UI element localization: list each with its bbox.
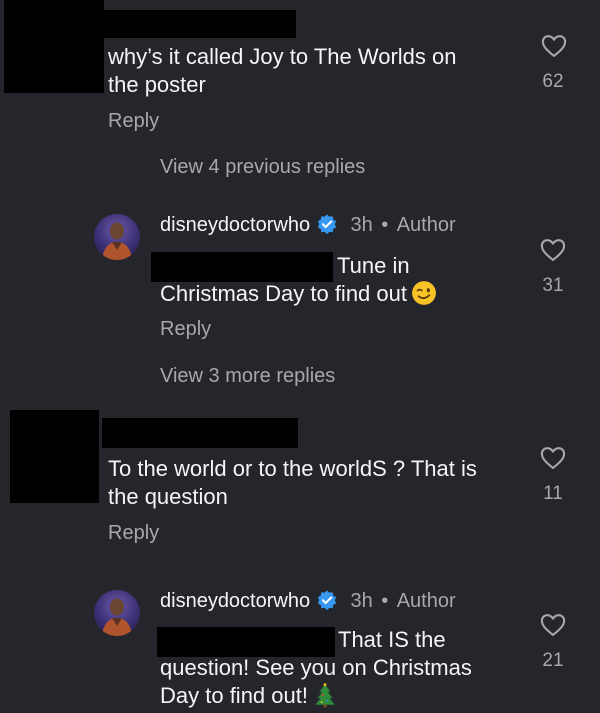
comment-text: Christmas Day to find out	[160, 281, 407, 306]
username[interactable]: disneydoctorwho	[160, 590, 310, 612]
timestamp: 3h	[350, 590, 373, 612]
comment-header: disneydoctorwho 3h • Author	[160, 213, 456, 237]
heart-icon[interactable]	[538, 236, 568, 264]
comment-text-line: question! See you on Christmas	[160, 655, 472, 680]
heart-icon[interactable]	[538, 611, 568, 639]
redacted-username	[104, 10, 296, 38]
timestamp: 3h	[350, 214, 373, 236]
christmas-tree-emoji-icon	[315, 683, 335, 708]
comment-text-line: That IS the	[338, 627, 446, 652]
comment-text-line: Day to find out!	[160, 682, 338, 710]
comment-text-line: why’s it called Joy to The Worlds on	[108, 44, 457, 69]
view-replies-link[interactable]: View 4 previous replies	[160, 156, 365, 179]
reply-button[interactable]: Reply	[108, 110, 159, 133]
redacted-mention	[151, 252, 333, 282]
comment-text-line: Tune in	[337, 253, 410, 278]
avatar[interactable]	[94, 214, 140, 260]
avatar-person-icon	[102, 222, 132, 260]
redacted-username	[102, 418, 298, 448]
verified-badge-icon	[317, 214, 337, 235]
author-label: Author	[396, 590, 456, 612]
comment-text-line: Christmas Day to find out	[160, 280, 437, 308]
like-count: 31	[542, 275, 564, 296]
redacted-mention	[157, 627, 335, 657]
heart-icon[interactable]	[539, 32, 569, 60]
reply-button[interactable]: Reply	[108, 522, 159, 545]
like-count: 11	[543, 483, 563, 504]
redacted-avatar	[4, 0, 104, 93]
username[interactable]: disneydoctorwho	[160, 214, 310, 236]
winking-face-emoji-icon	[412, 281, 436, 305]
verified-badge-icon	[317, 590, 337, 611]
view-replies-link[interactable]: View 3 more replies	[160, 365, 335, 388]
redacted-avatar	[10, 410, 99, 503]
comment-text-line: the poster	[108, 72, 206, 97]
comment-text-line: To the world or to the worldS ? That is	[108, 456, 477, 481]
avatar[interactable]	[94, 590, 140, 636]
reply-button[interactable]: Reply	[160, 318, 211, 341]
separator-dot: •	[381, 214, 389, 236]
comment-text: Day to find out!	[160, 683, 308, 708]
author-label: Author	[396, 214, 456, 236]
avatar-person-icon	[102, 598, 132, 636]
comment-text-line: the question	[108, 484, 228, 509]
heart-icon[interactable]	[538, 444, 568, 472]
separator-dot: •	[381, 590, 389, 612]
like-count: 62	[542, 71, 564, 92]
like-count: 21	[542, 650, 564, 671]
comment-header: disneydoctorwho 3h • Author	[160, 589, 456, 613]
